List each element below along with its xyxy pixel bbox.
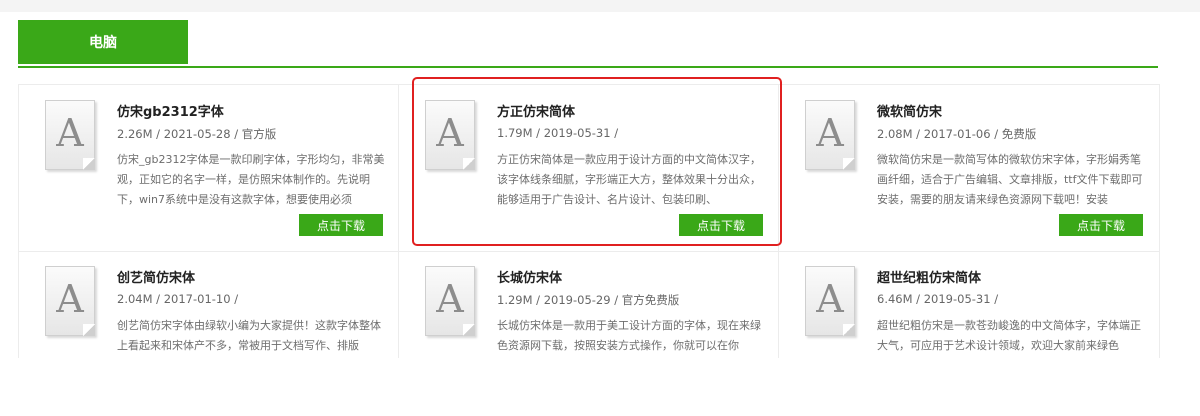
font-card: A 长城仿宋体 1.29M / 2019-05-29 / 官方免费版 长城仿宋体… — [425, 266, 765, 416]
font-name-link[interactable]: 创艺简仿宋体 — [117, 267, 195, 286]
font-meta: 2.08M / 2017-01-06 / 免费版 — [877, 127, 1037, 141]
font-name-link[interactable]: 仿宋gb2312字体 — [117, 101, 224, 120]
font-card: A 仿宋gb2312字体 2.26M / 2021-05-28 / 官方版 仿宋… — [45, 100, 385, 250]
font-file-icon[interactable]: A — [45, 266, 95, 336]
column-divider — [398, 85, 399, 358]
font-card: A 微软简仿宋 2.08M / 2017-01-06 / 免费版 微软简仿宋是一… — [805, 100, 1145, 250]
font-card: A 方正仿宋简体 1.79M / 2019-05-31 / 方正仿宋简体是一款应… — [425, 100, 765, 250]
font-name-link[interactable]: 超世纪粗仿宋简体 — [877, 267, 981, 286]
font-description: 微软简仿宋是一款简写体的微软仿宋字体，字形娟秀笔画纤细，适合于广告编辑、文章排版… — [877, 153, 1143, 206]
font-name-link[interactable]: 方正仿宋简体 — [497, 101, 575, 120]
font-description: 超世纪粗仿宋是一款苍劲峻逸的中文简体字，字体端正大气，可应用于艺术设计领域，欢迎… — [877, 319, 1141, 352]
font-description: 仿宋_gb2312字体是一款印刷字体，字形均匀，非常美观，正如它的名字一样，是仿… — [117, 153, 385, 206]
download-button[interactable]: 点击下载 — [1059, 214, 1143, 236]
font-meta: 2.04M / 2017-01-10 / — [117, 292, 239, 306]
top-strip — [0, 0, 1200, 12]
font-file-icon[interactable]: A — [425, 266, 475, 336]
download-button[interactable]: 点击下载 — [679, 214, 763, 236]
font-file-icon[interactable]: A — [805, 266, 855, 336]
row-divider — [19, 251, 1159, 252]
font-card: A 超世纪粗仿宋简体 6.46M / 2019-05-31 / 超世纪粗仿宋是一… — [805, 266, 1145, 416]
font-description: 长城仿宋体是一款用于美工设计方面的字体，现在来绿色资源网下载，按照安装方式操作，… — [497, 319, 761, 352]
font-card: A 创艺简仿宋体 2.04M / 2017-01-10 / 创艺简仿宋字体由绿软… — [45, 266, 385, 416]
font-meta: 1.79M / 2019-05-31 / — [497, 126, 619, 140]
font-description: 方正仿宋简体是一款应用于设计方面的中文简体汉字，该字体线条细腻，字形端正大方，整… — [497, 153, 761, 206]
tab-pc[interactable]: 电脑 — [18, 20, 188, 64]
font-file-icon[interactable]: A — [425, 100, 475, 170]
font-file-icon[interactable]: A — [805, 100, 855, 170]
font-meta: 1.29M / 2019-05-29 / 官方免费版 — [497, 293, 680, 307]
font-meta: 6.46M / 2019-05-31 / — [877, 292, 999, 306]
font-description: 创艺简仿宋字体由绿软小编为大家提供！这款字体整体上看起来和宋体产不多，常被用于文… — [117, 319, 381, 352]
column-divider — [778, 85, 779, 358]
category-tab-bar: 电脑 — [18, 20, 1158, 68]
font-name-link[interactable]: 长城仿宋体 — [497, 267, 562, 286]
font-file-icon[interactable]: A — [45, 100, 95, 170]
font-name-link[interactable]: 微软简仿宋 — [877, 101, 942, 120]
download-button[interactable]: 点击下载 — [299, 214, 383, 236]
font-meta: 2.26M / 2021-05-28 / 官方版 — [117, 127, 277, 141]
